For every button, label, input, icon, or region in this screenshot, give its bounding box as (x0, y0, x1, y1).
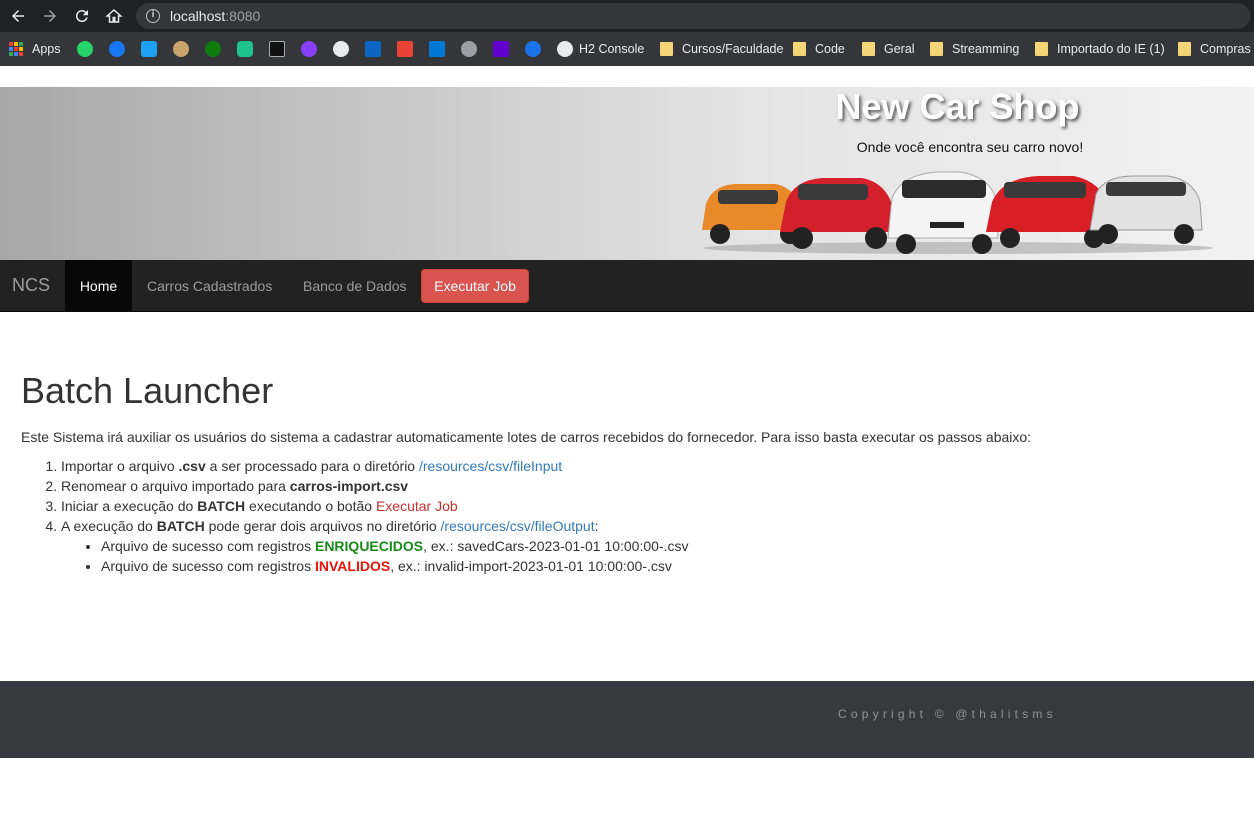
cars-image (702, 171, 1213, 254)
nav-banco-de-dados[interactable]: Banco de Dados (303, 260, 407, 311)
copyright-text: Copyright © @thalitsms (838, 707, 1057, 721)
item-text: Arquivo de sucesso com registros (101, 558, 315, 574)
page-title: Batch Launcher (21, 370, 274, 411)
bookmark-label: Geral (884, 42, 915, 56)
folder-icon (1035, 42, 1048, 56)
bookmark-apps[interactable]: Apps (9, 40, 61, 58)
step-text: Renomear o arquivo importado para (61, 478, 290, 494)
item-text: , ex.: savedCars-2023-01-01 10:00:00-.cs… (423, 538, 689, 554)
bookmarks-bar: Apps H2 Console Cursos/Faculdade Code Ge… (0, 32, 1254, 66)
invalid-label: INVALIDOS (314, 558, 391, 574)
step-text: pode gerar dois arquivos no diretório (204, 518, 441, 534)
navbar-brand[interactable]: NCS (12, 275, 50, 296)
bookmark-h2-console[interactable]: H2 Console (557, 40, 644, 58)
main-content: Batch Launcher Este Sistema irá auxiliar… (21, 370, 1221, 576)
executar-job-link[interactable]: Executar Job (376, 498, 458, 514)
step-text: A execução do (61, 518, 157, 534)
apps-grid-icon (9, 42, 23, 56)
bookmark-label: Importado do IE (1) (1057, 42, 1165, 56)
folder-icon (930, 42, 943, 56)
yahoo-icon[interactable] (493, 41, 509, 57)
forward-arrow-icon[interactable] (39, 5, 61, 27)
item-text: Arquivo de sucesso com registros (101, 538, 315, 554)
browser-toolbar: i localhost:8080 (0, 0, 1254, 32)
step-2: Renomear o arquivo importado para carros… (61, 476, 1221, 496)
bookmark-label: Streamming (952, 42, 1020, 56)
step-text: Importar o arquivo (61, 458, 179, 474)
amazon-icon[interactable] (269, 41, 285, 57)
item-text: , ex.: invalid-import-2023-01-01 10:00:0… (390, 558, 672, 574)
list-item: Arquivo de sucesso com registros ENRIQUE… (101, 536, 1221, 556)
step-text: : (594, 518, 599, 534)
folder-icon (1178, 42, 1191, 56)
folder-icon (793, 42, 806, 56)
reload-icon[interactable] (71, 5, 93, 27)
bookmark-label: H2 Console (579, 42, 645, 56)
folder-icon (862, 42, 875, 56)
bookmark-geral[interactable]: Geral (862, 40, 915, 58)
github-icon[interactable] (333, 41, 349, 57)
bookmark-label: Apps (32, 42, 61, 56)
twitter-icon[interactable] (141, 41, 157, 57)
home-icon[interactable] (103, 5, 125, 27)
facebook-icon[interactable] (109, 41, 125, 57)
bookmark-importado-ie[interactable]: Importado do IE (1) (1035, 40, 1165, 58)
bookmark-blue-icon[interactable] (525, 41, 541, 57)
step-1: Importar o arquivo .csv a ser processado… (61, 456, 1221, 476)
main-navbar: NCS Home Carros Cadastrados Banco de Dad… (0, 260, 1254, 312)
bookmark-cursos-faculdade[interactable]: Cursos/Faculdade (660, 40, 783, 58)
step-text: Iniciar a execução do (61, 498, 198, 514)
output-files-list: Arquivo de sucesso com registros ENRIQUE… (101, 536, 1221, 576)
nav-carros-cadastrados[interactable]: Carros Cadastrados (147, 260, 272, 311)
folder-icon (660, 42, 673, 56)
bookmark-compras[interactable]: Compras (1178, 40, 1251, 58)
gmail-icon[interactable] (397, 41, 413, 57)
site-subtitle: Onde você encontra seu carro novo! (856, 139, 1084, 155)
enriched-label: ENRIQUECIDOS (314, 538, 424, 554)
apple-icon[interactable] (461, 41, 477, 57)
step-text: a ser processado para o diretório (205, 458, 419, 474)
list-item: Arquivo de sucesso com registros INVALID… (101, 556, 1221, 576)
page-footer: Copyright © @thalitsms (0, 681, 1254, 758)
step-bold: carros-import.csv (289, 478, 409, 494)
site-title: New Car Shop (835, 86, 1080, 127)
url-text: localhost:8080 (170, 8, 261, 24)
back-arrow-icon[interactable] (7, 5, 29, 27)
file-output-link[interactable]: /resources/csv/fileOutput (441, 518, 595, 534)
bookmark-label: Cursos/Faculdade (682, 42, 784, 56)
step-4: A execução do BATCH pode gerar dois arqu… (61, 516, 1221, 576)
bookmark-code[interactable]: Code (793, 40, 845, 58)
xbox-icon[interactable] (205, 41, 221, 57)
executar-job-button[interactable]: Executar Job (421, 269, 529, 303)
bookmark-streamming[interactable]: Streamming (930, 40, 1019, 58)
bookmark-green-icon[interactable] (237, 41, 253, 57)
info-icon[interactable]: i (146, 9, 160, 23)
nav-home[interactable]: Home (65, 260, 132, 311)
whatsapp-icon[interactable] (77, 41, 93, 57)
step-bold: BATCH (197, 498, 246, 514)
address-bar[interactable]: i localhost:8080 (136, 3, 1250, 29)
bookmark-purple-icon[interactable] (301, 41, 317, 57)
bookmark-label: Compras (1200, 42, 1251, 56)
linkedin-icon[interactable] (365, 41, 381, 57)
step-text: executando o botão (245, 498, 376, 514)
file-input-link[interactable]: /resources/csv/fileInput (419, 458, 562, 474)
step-3: Iniciar a execução do BATCH executando o… (61, 496, 1221, 516)
outlook-icon[interactable] (429, 41, 445, 57)
steps-list: Importar o arquivo .csv a ser processado… (61, 456, 1221, 576)
step-bold: BATCH (156, 518, 205, 534)
intro-text: Este Sistema irá auxiliar os usuários do… (21, 429, 1032, 445)
bookmark-label: Code (815, 42, 845, 56)
globe-icon (557, 41, 573, 57)
bookmark-site-icon[interactable] (173, 41, 189, 57)
step-bold: .csv (178, 458, 206, 474)
